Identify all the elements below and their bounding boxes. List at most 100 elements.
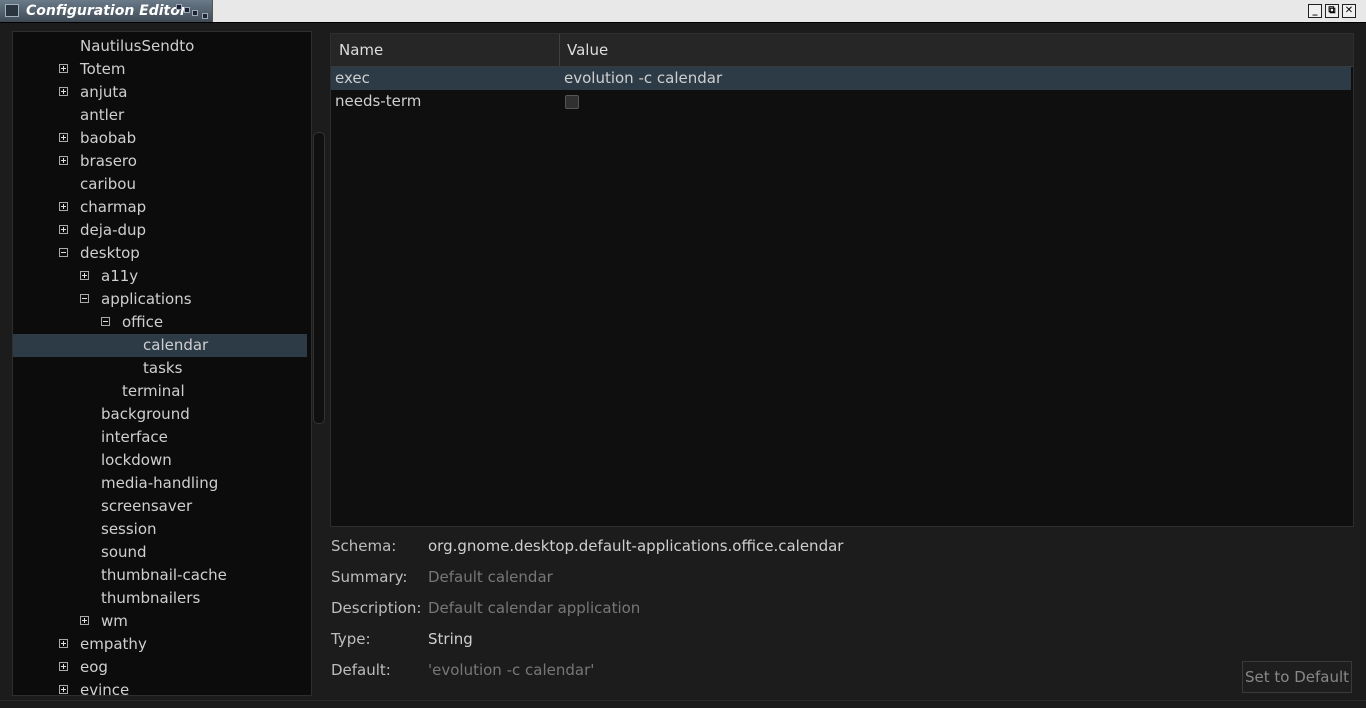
maximize-icon[interactable]: ⧉ bbox=[1325, 4, 1339, 18]
tree-item-label: lockdown bbox=[101, 451, 172, 469]
tree-item-label: caribou bbox=[80, 175, 136, 193]
grip-icon bbox=[176, 4, 216, 20]
tree-item-totem[interactable]: Totem bbox=[13, 58, 307, 81]
expand-icon[interactable] bbox=[59, 64, 68, 73]
tree-item-label: applications bbox=[101, 290, 192, 308]
app-icon bbox=[5, 4, 19, 17]
minimize-icon[interactable]: _ bbox=[1308, 4, 1322, 18]
key-row-exec[interactable]: exec evolution -c calendar bbox=[331, 67, 1351, 90]
tree-item-screensaver[interactable]: screensaver bbox=[13, 495, 307, 518]
expand-icon[interactable] bbox=[59, 662, 68, 671]
tree-item-label: eog bbox=[80, 658, 108, 676]
tree-item-label: antler bbox=[80, 106, 125, 124]
tree-item-label: deja-dup bbox=[80, 221, 147, 239]
tree-item-label: NautilusSendto bbox=[80, 37, 195, 55]
tree-item-office[interactable]: office bbox=[13, 311, 307, 334]
expand-icon[interactable] bbox=[80, 271, 89, 280]
column-separator[interactable] bbox=[559, 34, 560, 66]
tree-item-terminal[interactable]: terminal bbox=[13, 380, 307, 403]
tree-item-eog[interactable]: eog bbox=[13, 656, 307, 679]
tree-item-label: anjuta bbox=[80, 83, 128, 101]
default-label: Default: bbox=[331, 661, 391, 679]
close-icon[interactable]: ✕ bbox=[1342, 4, 1356, 18]
expand-icon[interactable] bbox=[59, 202, 68, 211]
key-value[interactable]: evolution -c calendar bbox=[564, 67, 722, 90]
window-title: Configuration Editor bbox=[26, 3, 187, 19]
tree-item-nautilussendto[interactable]: NautilusSendto bbox=[13, 35, 307, 58]
description-value: Default calendar application bbox=[428, 599, 641, 617]
summary-label: Summary: bbox=[331, 568, 408, 586]
type-label: Type: bbox=[331, 630, 371, 648]
tree-item-baobab[interactable]: baobab bbox=[13, 127, 307, 150]
tree-item-label: terminal bbox=[122, 382, 185, 400]
collapse-icon[interactable] bbox=[80, 294, 89, 303]
tree-item-antler[interactable]: antler bbox=[13, 104, 307, 127]
tree-item-label: sound bbox=[101, 543, 147, 561]
needs-term-checkbox[interactable] bbox=[565, 95, 579, 109]
expand-icon[interactable] bbox=[59, 156, 68, 165]
key-list-header: Name Value bbox=[331, 34, 1353, 67]
tree-item-label: calendar bbox=[143, 336, 209, 354]
tree-item-media-handling[interactable]: media-handling bbox=[13, 472, 307, 495]
tree-item-lockdown[interactable]: lockdown bbox=[13, 449, 307, 472]
tree-item-label: background bbox=[101, 405, 190, 423]
tree-item-label: session bbox=[101, 520, 157, 538]
schema-value: org.gnome.desktop.default-applications.o… bbox=[428, 537, 844, 555]
tree-item-thumbnailers[interactable]: thumbnailers bbox=[13, 587, 307, 610]
tree-item-applications[interactable]: applications bbox=[13, 288, 307, 311]
key-name: exec bbox=[335, 69, 370, 87]
tree-item-session[interactable]: session bbox=[13, 518, 307, 541]
tree-item-deja-dup[interactable]: deja-dup bbox=[13, 219, 307, 242]
tree-item-tasks[interactable]: tasks bbox=[13, 357, 307, 380]
description-label: Description: bbox=[331, 599, 422, 617]
collapse-icon[interactable] bbox=[101, 317, 110, 326]
tree-item-brasero[interactable]: brasero bbox=[13, 150, 307, 173]
config-editor-window: Configuration Editor _ ⧉ ✕ NautilusSendt… bbox=[0, 0, 1366, 708]
column-header-name[interactable]: Name bbox=[339, 41, 383, 59]
expand-icon[interactable] bbox=[59, 685, 68, 694]
tree-item-empathy[interactable]: empathy bbox=[13, 633, 307, 656]
tree-item-sound[interactable]: sound bbox=[13, 541, 307, 564]
tree-item-label: charmap bbox=[80, 198, 147, 216]
tree-item-calendar[interactable]: calendar bbox=[13, 334, 307, 357]
tree-item-charmap[interactable]: charmap bbox=[13, 196, 307, 219]
tree-item-label: wm bbox=[101, 612, 128, 630]
tree-scrollbar[interactable] bbox=[313, 132, 325, 424]
tree-item-label: thumbnail-cache bbox=[101, 566, 227, 584]
title-bar[interactable]: Configuration Editor _ ⧉ ✕ bbox=[0, 0, 1366, 23]
type-value: String bbox=[428, 630, 473, 648]
tree-item-label: Totem bbox=[80, 60, 126, 78]
column-header-value[interactable]: Value bbox=[567, 41, 608, 59]
tree-item-label: evince bbox=[80, 681, 130, 696]
tree-item-label: baobab bbox=[80, 129, 137, 147]
tree-item-label: empathy bbox=[80, 635, 147, 653]
tree-item-thumbnail-cache[interactable]: thumbnail-cache bbox=[13, 564, 307, 587]
tree-item-anjuta[interactable]: anjuta bbox=[13, 81, 307, 104]
tree-item-interface[interactable]: interface bbox=[13, 426, 307, 449]
tree-item-label: tasks bbox=[143, 359, 183, 377]
key-list[interactable]: Name Value exec evolution -c calendar ne… bbox=[330, 33, 1354, 527]
tree-item-wm[interactable]: wm bbox=[13, 610, 307, 633]
tree-item-desktop[interactable]: desktop bbox=[13, 242, 307, 265]
schema-label: Schema: bbox=[331, 537, 397, 555]
tree-item-label: media-handling bbox=[101, 474, 219, 492]
tree-item-a11y[interactable]: a11y bbox=[13, 265, 307, 288]
tree-item-caribou[interactable]: caribou bbox=[13, 173, 307, 196]
collapse-icon[interactable] bbox=[59, 248, 68, 257]
default-value: 'evolution -c calendar' bbox=[428, 661, 595, 679]
expand-icon[interactable] bbox=[80, 616, 89, 625]
title-bar-fill bbox=[212, 0, 1366, 22]
tree-item-label: screensaver bbox=[101, 497, 193, 515]
set-to-default-button[interactable]: Set to Default bbox=[1242, 661, 1352, 693]
tree-item-evince[interactable]: evince bbox=[13, 679, 307, 696]
expand-icon[interactable] bbox=[59, 133, 68, 142]
summary-value: Default calendar bbox=[428, 568, 553, 586]
tree-item-background[interactable]: background bbox=[13, 403, 307, 426]
expand-icon[interactable] bbox=[59, 87, 68, 96]
key-row-needs-term[interactable]: needs-term bbox=[331, 90, 1351, 113]
expand-icon[interactable] bbox=[59, 225, 68, 234]
tree-item-label: interface bbox=[101, 428, 168, 446]
key-tree[interactable]: NautilusSendto Totem anjuta antler baobab bra… bbox=[12, 31, 312, 696]
expand-icon[interactable] bbox=[59, 639, 68, 648]
tree-item-label: thumbnailers bbox=[101, 589, 201, 607]
